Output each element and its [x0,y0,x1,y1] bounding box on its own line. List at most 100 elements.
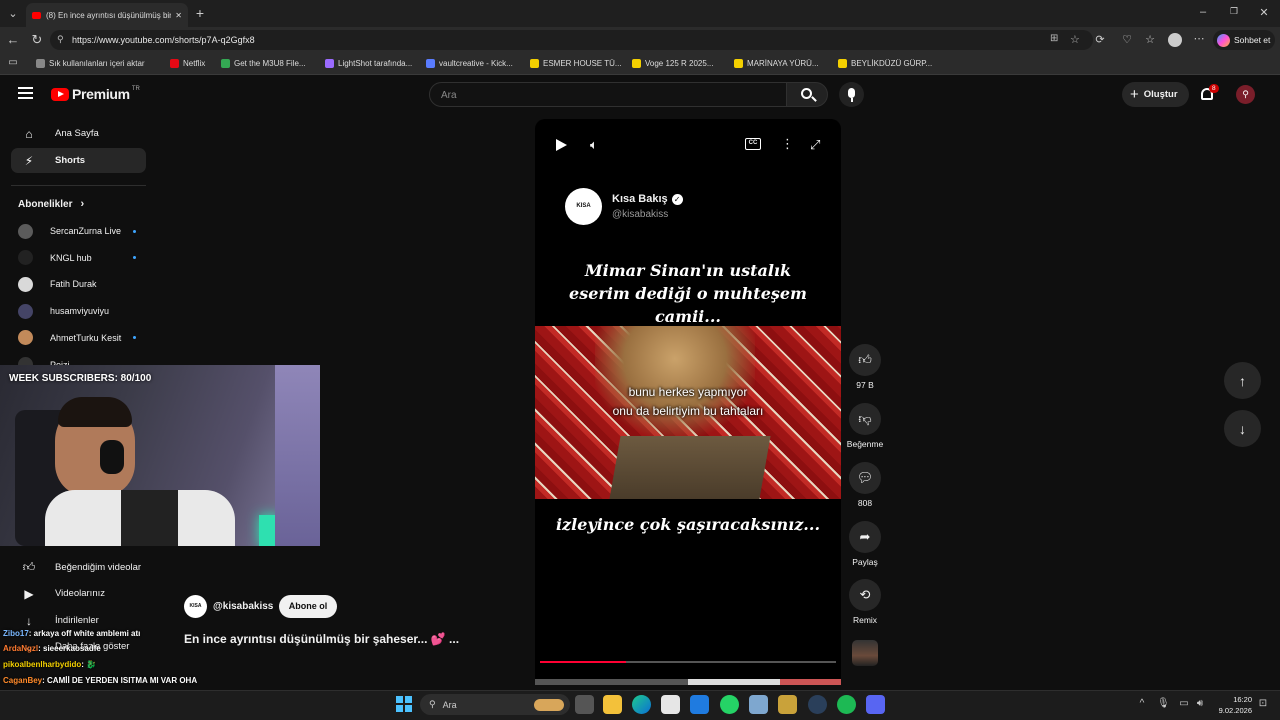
share-button[interactable]: ➦ [849,521,881,553]
tray-volume-icon[interactable]: 🔊︎ [1194,698,1206,709]
notification-count-badge: 8 [1209,84,1219,93]
favorites-icon[interactable]: ☆ [1143,33,1157,46]
search-placeholder: Ara [441,90,457,101]
site-info-icon[interactable]: ⚲ [57,34,64,45]
subscription-item[interactable]: Fatih Durak [18,275,148,293]
bookmark-item[interactable]: LightShot tarafında... [325,56,412,71]
close-window-icon[interactable]: ✕ [1257,6,1271,19]
previous-short-button[interactable]: ↑ [1224,362,1261,399]
remix-button[interactable]: ⟲ [849,579,881,611]
copilot-button[interactable]: Sohbet et [1213,30,1275,50]
favorite-star-icon[interactable]: ☆ [1070,33,1080,46]
short-video-player[interactable]: 🔈︎ CC ⋮ ⤢ KISA Kısa Bakış ✓ @kisabakiss … [535,119,841,685]
captions-icon[interactable]: CC [745,138,761,150]
short-title[interactable]: En ince ayrıntısı düşünülmüş bir şaheser… [184,632,459,646]
comments-button[interactable]: 💬︎ [849,462,881,494]
bookmark-favicon-icon [36,59,45,68]
like-button[interactable]: 👍︎ [849,344,881,376]
thumbs-up-icon: 👍︎ [22,560,36,574]
profile-avatar-icon[interactable] [1168,33,1182,47]
edge-browser-icon[interactable] [632,695,651,714]
close-tab-icon[interactable]: ✕ [175,11,182,20]
tray-overflow-icon[interactable]: ^ [1136,698,1148,709]
bookmark-item[interactable]: Voge 125 R 2025... [632,56,714,71]
chat-text: : arkaya off white amblemi atı [28,629,141,638]
thumbs-up-icon: 👍︎ [858,352,872,367]
tray-network-icon[interactable]: ▭ [1178,698,1190,709]
sidebar-item-home[interactable]: ⌂ Ana Sayfa [11,121,146,146]
maximize-icon[interactable]: ❐ [1227,6,1241,17]
more-menu-icon[interactable]: ⋯ [1192,32,1206,45]
store-icon[interactable] [661,695,680,714]
video-progress-fill [540,661,626,663]
tab-list-icon[interactable]: ⌄ [6,7,20,20]
owner-handle[interactable]: @kisabakiss [213,601,273,612]
file-explorer-icon[interactable] [603,695,622,714]
video-channel-name-row: Kısa Bakış ✓ [612,193,683,205]
bookmark-item[interactable]: BEYLİKDÜZÜ GÜRP... [838,56,932,71]
youtube-logo[interactable]: Premium TR [51,86,140,102]
volume-icon[interactable]: 🔈︎ [590,137,598,153]
steam-icon[interactable] [808,695,827,714]
sidebar-item-shorts[interactable]: ⚡ Shorts [11,148,146,173]
voice-search-button[interactable] [839,82,864,107]
subscription-item[interactable]: AhmetTurku Kesit [18,329,148,347]
sidebar-item-liked-videos[interactable]: 👍︎ Beğendiğim videolar [11,555,146,580]
search-input[interactable]: Ara [429,82,787,107]
hamburger-menu-icon[interactable] [18,87,33,99]
subscribe-button[interactable]: Abone ol [279,595,337,618]
spotify-icon[interactable] [837,695,856,714]
next-short-preview [535,679,841,685]
whatsapp-icon[interactable] [720,695,739,714]
verified-icon: ✓ [671,193,683,205]
browser-essentials-icon[interactable]: ♡ [1120,33,1134,46]
bookmark-tablet-icon[interactable]: ▭ [7,57,19,68]
reload-icon[interactable]: ↻ [29,32,45,48]
subscription-item[interactable]: SercanZurna Live [18,222,148,240]
bookmark-item[interactable]: vaultcreative - Kick... [426,56,513,71]
notification-center-icon[interactable]: ⊡ [1257,698,1269,709]
bookmark-item[interactable]: Netflix [170,56,205,71]
bookmark-item[interactable]: MARİNAYA YÜRÜ... [734,56,819,71]
bookmark-item[interactable]: ESMER HOUSE TÜ... [530,56,622,71]
notifications-button[interactable]: 8 [1199,84,1219,104]
owner-avatar[interactable]: KISA [184,595,207,618]
reader-icon[interactable]: ⊞ [1050,33,1058,44]
fullscreen-icon[interactable]: ⤢ [810,137,820,153]
tray-mic-icon[interactable]: 🎙︎ [1157,698,1170,709]
create-button[interactable]: + Oluştur [1122,82,1189,107]
game-app-icon[interactable] [778,695,797,714]
subscription-item[interactable]: husamviyuviyu [18,302,148,320]
bookmark-item[interactable]: Sık kullanılanları içeri aktar [36,56,145,71]
task-view-icon[interactable] [575,695,594,714]
windows-start-icon[interactable] [396,696,412,712]
bookmark-favicon-icon [530,59,539,68]
subscription-item[interactable]: KNGL hub [18,249,148,267]
video-progress-track[interactable] [540,661,836,663]
search-button[interactable] [786,82,828,107]
video-subtitle-line-2: onu da belirtiyim bu tahtaları [612,404,764,418]
chat-text: : sieeerkaosadfe [38,644,101,653]
back-icon[interactable]: ← [5,32,21,47]
taskbar-clock[interactable]: 16:20 9.02.2026 [1212,694,1252,716]
network-app-icon[interactable] [749,695,768,714]
subscriptions-heading[interactable]: Abonelikler › [18,198,84,210]
discord-icon[interactable] [866,695,885,714]
next-short-button[interactable]: ↓ [1224,410,1261,447]
sidebar-item-your-videos[interactable]: ▶︎ Videolarınız [11,581,146,606]
taskbar-search[interactable]: ⚲ Ara [420,694,570,715]
more-options-icon[interactable]: ⋮ [781,136,794,152]
chat-message: pikoalbenlharbydido: 🐉 [3,660,96,669]
address-bar[interactable]: ⚲ https://www.youtube.com/shorts/p7A-q2G… [50,30,1093,50]
minimize-icon[interactable]: – [1196,6,1210,18]
dislike-button[interactable]: 👎︎ [849,403,881,435]
bookmark-item[interactable]: Get the M3U8 File... [221,56,306,71]
outlook-icon[interactable] [690,695,709,714]
sound-thumbnail[interactable] [852,640,878,666]
new-tab-icon[interactable]: + [193,5,207,21]
browser-tab-active[interactable]: (8) En ince ayrıntısı düşünülmüş bir şah… [26,3,188,27]
play-icon[interactable] [556,139,567,151]
extensions-icon[interactable]: ⟳ [1093,33,1107,46]
account-avatar[interactable]: ⚲ [1236,85,1255,104]
thumbs-down-icon: 👎︎ [858,411,872,426]
